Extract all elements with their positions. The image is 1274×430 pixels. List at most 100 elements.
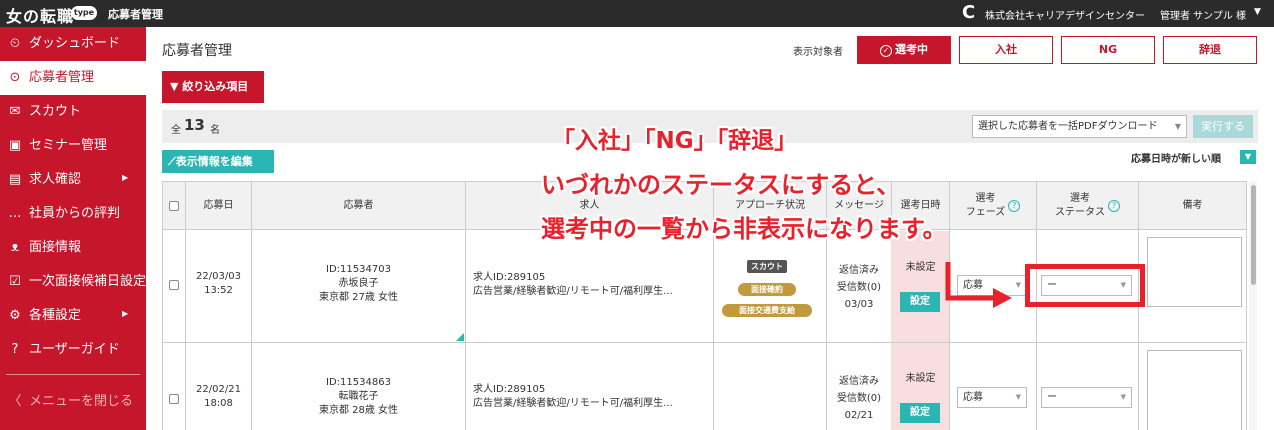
sidebar-item-label: セミナー管理 bbox=[29, 138, 108, 153]
top-title: 応募者管理 bbox=[108, 8, 163, 21]
filter-button-ng[interactable]: NG bbox=[1061, 36, 1155, 64]
sidebar-item-label: 面接情報 bbox=[29, 240, 82, 255]
help-icon[interactable]: ? bbox=[1108, 200, 1120, 212]
applicant-profile: 東京都 28歳 女性 bbox=[318, 405, 399, 416]
run-button[interactable]: 実行する bbox=[1193, 115, 1253, 138]
sidebar-item-label: 応募者管理 bbox=[29, 70, 95, 85]
row-job[interactable]: 求人ID:289105 広告営業/経験者歓迎/リモート可/福利厚生... bbox=[473, 383, 711, 411]
schedule-cell-bg bbox=[891, 231, 949, 342]
row-checkbox[interactable] bbox=[169, 280, 179, 290]
phase-select[interactable]: 応募 ▼ bbox=[957, 275, 1027, 296]
col-divider bbox=[1246, 182, 1247, 430]
sidebar-item-applicants[interactable]: ⊙ 応募者管理 bbox=[0, 61, 146, 95]
applicant-name[interactable]: 転職花子 bbox=[339, 391, 379, 402]
sort-label[interactable]: 応募日時が新しい順 bbox=[1131, 150, 1221, 165]
row-job[interactable]: 求人ID:289105 広告営業/経験者歓迎/リモート可/福利厚生... bbox=[473, 271, 711, 299]
row-divider bbox=[162, 342, 1247, 343]
close-menu-button[interactable]: 〈 メニューを閉じる bbox=[0, 385, 146, 419]
top-bar: 女の転職 type 応募者管理 C 株式会社キャリアデザインセンター 管理者 サ… bbox=[0, 0, 1274, 27]
memo-textarea[interactable] bbox=[1147, 237, 1242, 307]
filter-button-in-progress[interactable]: ✓ 選考中 bbox=[857, 36, 951, 64]
pdf-download-select-value: 選択した応募者を一括PDFダウンロード bbox=[978, 121, 1158, 132]
message-status: 返信済み bbox=[839, 265, 879, 276]
tag-scout: スカウト bbox=[747, 260, 787, 273]
row-message[interactable]: 返信済み 受信数(0) 02/21 bbox=[827, 373, 891, 424]
sidebar-item-reviews[interactable]: … 社員からの評判 bbox=[0, 197, 146, 231]
narrow-filter-button[interactable]: ▼ 絞り込み項目 bbox=[162, 71, 264, 103]
sidebar-item-interview[interactable]: ᴥ 面接情報 bbox=[0, 231, 146, 265]
message-status: 返信済み bbox=[839, 376, 879, 387]
header-phase: 選考 フェーズ ? bbox=[950, 182, 1036, 230]
envelope-icon: ✉ bbox=[9, 104, 21, 119]
job-title[interactable]: 広告営業/経験者歓迎/リモート可/福利厚生... bbox=[473, 398, 673, 409]
chat-icon: … bbox=[8, 206, 22, 221]
dashboard-icon: ⏲ bbox=[9, 36, 21, 51]
sidebar-item-dashboard[interactable]: ⏲ ダッシュボード bbox=[0, 27, 146, 61]
corner-marker bbox=[456, 333, 464, 341]
sidebar-item-scout[interactable]: ✉ スカウト bbox=[0, 95, 146, 129]
select-all-checkbox[interactable] bbox=[169, 201, 179, 211]
gear-icon: ⚙ bbox=[9, 308, 21, 323]
app-root: 女の転職 type 応募者管理 C 株式会社キャリアデザインセンター 管理者 サ… bbox=[0, 0, 1274, 430]
sidebar-item-jobs[interactable]: ▤ 求人確認 ▶ bbox=[0, 163, 146, 197]
set-schedule-button[interactable]: 設定 bbox=[900, 403, 940, 423]
row-date: 22/02/21 18:08 bbox=[186, 383, 251, 411]
applicant-profile: 東京都 27歳 女性 bbox=[318, 292, 399, 303]
close-menu-label: メニューを閉じる bbox=[29, 394, 134, 409]
header-status-label: 選考 ステータス bbox=[1055, 192, 1105, 220]
pdf-download-select[interactable]: 選択した応募者を一括PDFダウンロード ▼ bbox=[972, 115, 1187, 138]
edit-display-button[interactable]: ⟋表示情報を編集 bbox=[162, 150, 274, 173]
sidebar-item-interview-dates[interactable]: ☑ 一次面接候補日設定 bbox=[0, 265, 146, 299]
status-select[interactable]: ー ▼ bbox=[1041, 387, 1132, 408]
schedule-status: 未設定 bbox=[905, 373, 936, 384]
annotation-line-3: 選考中の一覧から非表示になります。 bbox=[541, 215, 947, 243]
filter-button-hired[interactable]: 入社 bbox=[959, 36, 1053, 64]
memo-textarea[interactable] bbox=[1147, 350, 1242, 430]
chevron-down-icon: ▼ bbox=[1120, 393, 1126, 401]
help-icon[interactable]: ? bbox=[1008, 200, 1021, 212]
set-schedule-button[interactable]: 設定 bbox=[900, 292, 940, 312]
sidebar-item-settings[interactable]: ⚙ 各種設定 ▶ bbox=[0, 299, 146, 333]
header-memo: 備考 bbox=[1182, 200, 1203, 211]
count-unit: 名 bbox=[210, 125, 220, 136]
row-applicant[interactable]: ID:11534703 赤坂良子 東京都 27歳 女性 bbox=[252, 263, 465, 305]
message-date: 03/03 bbox=[844, 299, 874, 310]
user-search-icon: ⊙ bbox=[9, 70, 21, 85]
job-title[interactable]: 広告営業/経験者歓迎/リモート可/福利厚生... bbox=[473, 286, 673, 297]
sidebar-item-label: 各種設定 bbox=[29, 308, 82, 323]
sidebar-item-label: スカウト bbox=[29, 104, 82, 119]
admin-name[interactable]: 管理者 サンプル 様 bbox=[1160, 7, 1246, 22]
row-date-time: 13:52 bbox=[204, 285, 233, 296]
applicant-name[interactable]: 赤坂良子 bbox=[339, 278, 379, 289]
sidebar-item-label: ユーザーガイド bbox=[29, 342, 120, 357]
row-applicant[interactable]: ID:11534863 転職花子 東京都 28歳 女性 bbox=[252, 376, 465, 418]
applicant-id: ID:11534703 bbox=[326, 264, 391, 275]
page-title: 応募者管理 bbox=[162, 43, 232, 59]
sidebar-item-label: 一次面接候補日設定 bbox=[29, 274, 147, 289]
header-status-line2: ステータス bbox=[1055, 207, 1105, 218]
refresh-icon[interactable]: C bbox=[962, 3, 975, 23]
header-applicant: 応募者 bbox=[343, 200, 374, 211]
row-checkbox[interactable] bbox=[169, 394, 179, 404]
header-date[interactable]: 応募日 bbox=[186, 182, 251, 230]
seminar-icon: ▣ bbox=[8, 138, 22, 153]
help-icon: ? bbox=[11, 342, 19, 357]
row-message[interactable]: 返信済み 受信数(0) 03/03 bbox=[827, 262, 891, 313]
scrollbar-thumb[interactable] bbox=[1251, 185, 1256, 285]
filter-button-declined[interactable]: 辞退 bbox=[1163, 36, 1257, 64]
sidebar-item-guide[interactable]: ? ユーザーガイド bbox=[0, 333, 146, 367]
phase-select[interactable]: 応募 ▼ bbox=[957, 387, 1027, 408]
sidebar-item-seminar[interactable]: ▣ セミナー管理 bbox=[0, 129, 146, 163]
sidebar-item-label: 求人確認 bbox=[29, 172, 82, 187]
schedule-status: 未設定 bbox=[905, 262, 936, 273]
sort-dropdown-icon[interactable]: ▼ bbox=[1240, 150, 1256, 164]
applicant-id: ID:11534863 bbox=[326, 377, 391, 388]
company-name: 株式会社キャリアデザインセンター bbox=[985, 11, 1145, 22]
row-date-day: 22/03/03 bbox=[196, 271, 241, 282]
job-id: 求人ID:289105 bbox=[473, 384, 546, 395]
chevron-left-icon: 〈 bbox=[8, 394, 22, 409]
sidebar-divider bbox=[6, 374, 140, 375]
chevron-down-icon: ▼ bbox=[1174, 122, 1181, 131]
logo[interactable]: 女の転職 bbox=[6, 3, 74, 27]
chevron-down-icon[interactable]: ▼ bbox=[1254, 7, 1261, 17]
